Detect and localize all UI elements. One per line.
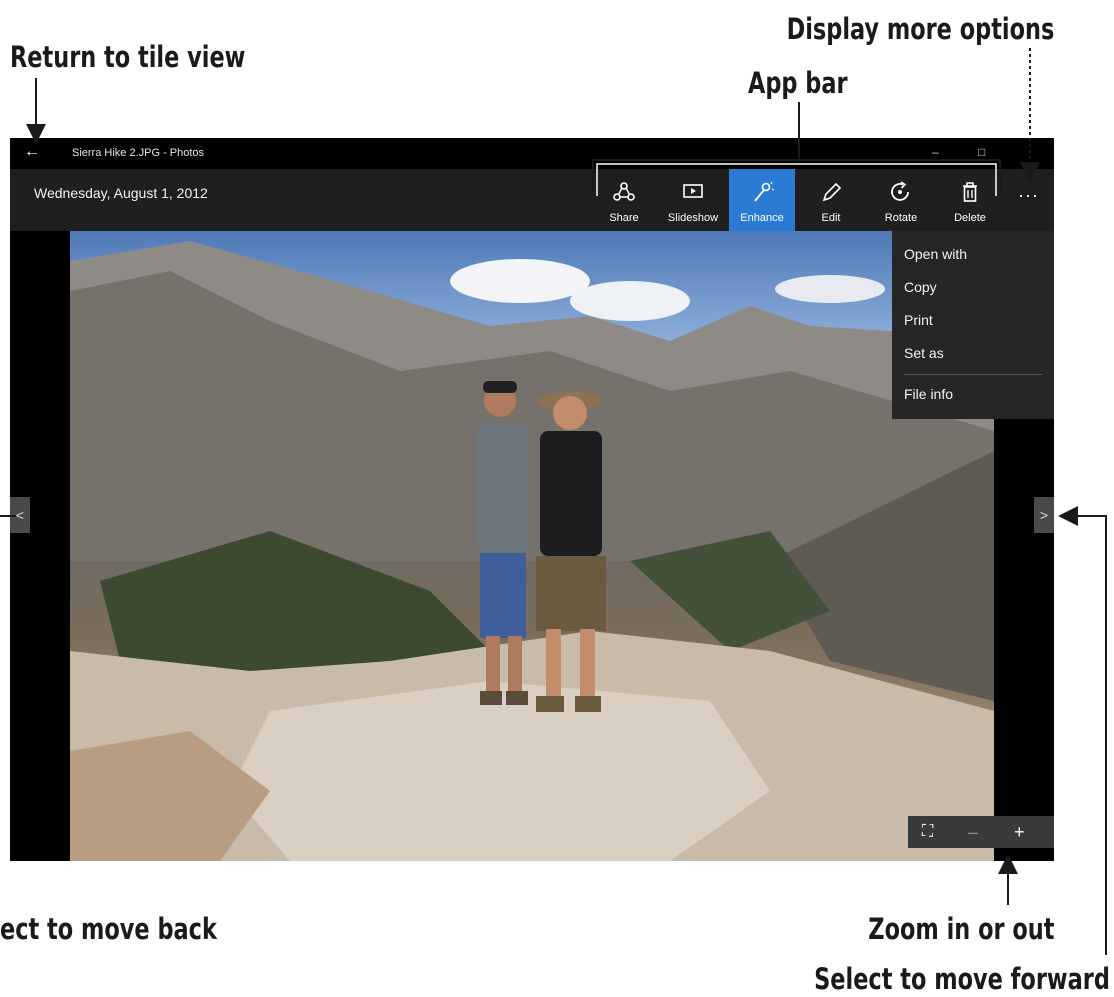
app-bar-bracket <box>592 102 1001 196</box>
move-forward-callout-arrow <box>1058 506 1107 955</box>
annotation-overlay <box>0 48 1107 955</box>
